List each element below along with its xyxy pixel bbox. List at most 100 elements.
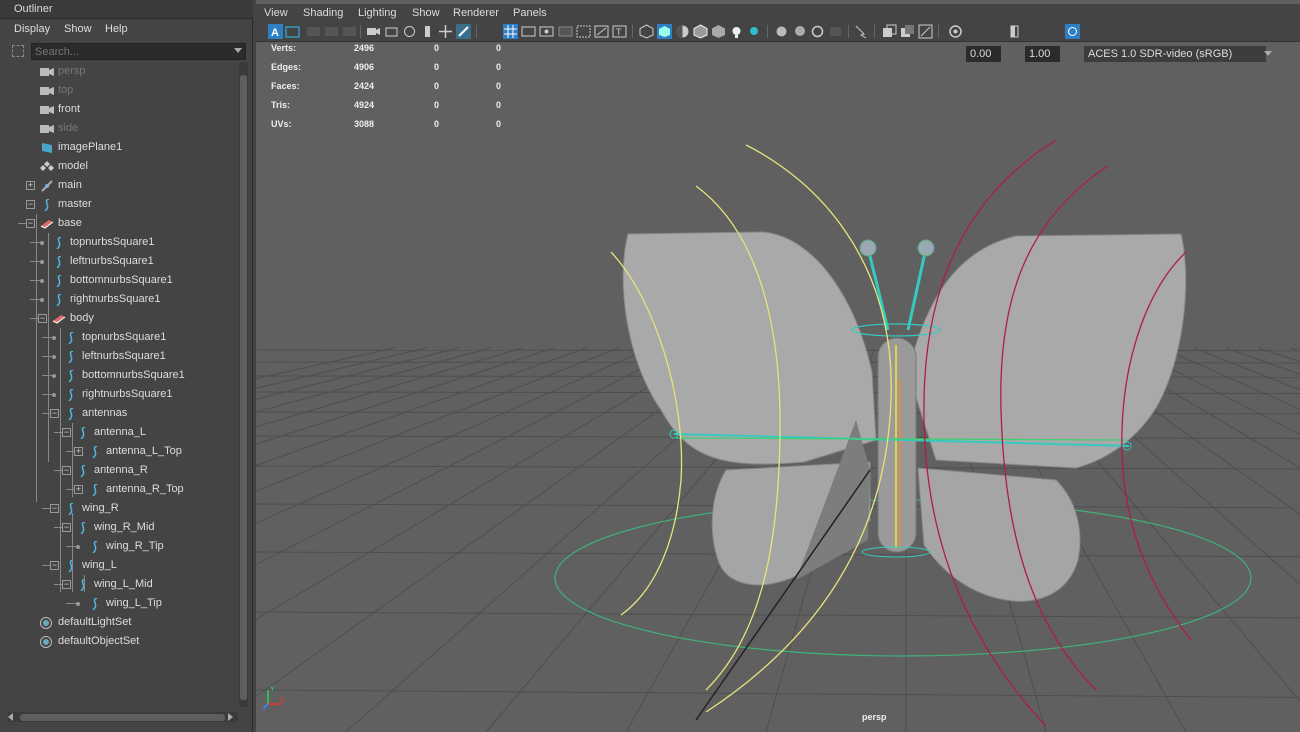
wireframe-on-shaded-icon[interactable] bbox=[693, 24, 708, 39]
move-tool-icon[interactable] bbox=[438, 24, 453, 39]
outliner-item[interactable]: − master bbox=[0, 195, 238, 214]
tumble-icon[interactable] bbox=[402, 24, 417, 39]
outliner-item[interactable]: − wing_R_Mid bbox=[0, 518, 238, 537]
motion-blur-icon[interactable] bbox=[792, 24, 807, 39]
outliner-item[interactable]: − wing_L bbox=[0, 556, 238, 575]
outliner-item[interactable]: wing_L_Tip bbox=[0, 594, 238, 613]
menu-help[interactable]: Help bbox=[105, 23, 128, 35]
viewport-panel[interactable]: View Shading Lighting Show Renderer Pane… bbox=[256, 0, 1300, 732]
bookmarks-icon[interactable] bbox=[306, 24, 321, 39]
wing-lower-right[interactable] bbox=[917, 467, 1081, 602]
outliner-search-input[interactable] bbox=[31, 43, 246, 60]
collapse-icon[interactable]: − bbox=[62, 580, 71, 589]
menu-renderer[interactable]: Renderer bbox=[453, 7, 499, 19]
curve-icon bbox=[52, 293, 66, 307]
outliner-item[interactable]: side bbox=[0, 119, 238, 138]
menu-show[interactable]: Show bbox=[64, 23, 92, 35]
textured-icon[interactable] bbox=[711, 24, 726, 39]
expand-icon[interactable]: + bbox=[74, 485, 83, 494]
outliner-item-label: antenna_R_Top bbox=[106, 483, 184, 495]
outliner-vertical-scroll-thumb[interactable] bbox=[240, 75, 247, 700]
antenna-right-joint[interactable] bbox=[906, 247, 928, 331]
paint-tool-icon[interactable] bbox=[456, 24, 471, 39]
viewport-scene[interactable] bbox=[256, 0, 1300, 732]
hud-value: 4924 bbox=[354, 100, 375, 110]
menu-lighting[interactable]: Lighting bbox=[358, 7, 397, 19]
expand-icon[interactable]: + bbox=[74, 447, 83, 456]
color-space-chevron-down-icon[interactable] bbox=[1264, 51, 1272, 56]
image-plane-toggle-icon[interactable] bbox=[324, 24, 339, 39]
outliner-item[interactable]: defaultObjectSet bbox=[0, 632, 238, 651]
gate-mask-icon[interactable] bbox=[558, 24, 573, 39]
outliner-horizontal-scroll-thumb[interactable] bbox=[20, 714, 225, 721]
field-chart-icon[interactable] bbox=[576, 24, 591, 39]
xray-joints-icon[interactable] bbox=[900, 24, 915, 39]
grid-toggle-icon[interactable] bbox=[503, 24, 518, 39]
outliner-item[interactable]: − wing_L_Mid bbox=[0, 575, 238, 594]
scroll-left-icon[interactable] bbox=[8, 713, 13, 721]
shadows-icon[interactable] bbox=[747, 24, 762, 39]
antenna-left-joint[interactable] bbox=[866, 247, 890, 331]
outliner-item[interactable]: imagePlane1 bbox=[0, 138, 238, 157]
collapse-icon[interactable]: − bbox=[50, 561, 59, 570]
xray-icon[interactable] bbox=[882, 24, 897, 39]
select-camera-icon[interactable]: A bbox=[268, 24, 283, 39]
default-material-icon[interactable] bbox=[675, 24, 690, 39]
search-options-chevron-icon[interactable] bbox=[234, 48, 242, 53]
use-all-lights-icon[interactable] bbox=[729, 24, 744, 39]
collapse-icon[interactable]: − bbox=[50, 409, 59, 418]
menu-shading[interactable]: Shading bbox=[303, 7, 343, 19]
menu-panels[interactable]: Panels bbox=[513, 7, 547, 19]
gamma-field[interactable]: 1.00 bbox=[1025, 46, 1060, 62]
exposure-icon[interactable] bbox=[948, 24, 963, 39]
hud-value: 0 bbox=[496, 43, 502, 53]
outliner-item-label: rightnurbsSquare1 bbox=[70, 293, 161, 305]
outliner-item[interactable]: persp bbox=[0, 62, 238, 81]
screen-space-ao-icon[interactable] bbox=[774, 24, 789, 39]
wing-upper-left[interactable] bbox=[622, 231, 877, 465]
safe-action-icon[interactable] bbox=[594, 24, 609, 39]
curve-icon bbox=[88, 445, 102, 459]
menu-display[interactable]: Display bbox=[14, 23, 50, 35]
camera-attributes-icon[interactable] bbox=[285, 24, 300, 39]
anti-aliasing-icon[interactable] bbox=[810, 24, 825, 39]
resolution-gate-icon[interactable] bbox=[539, 24, 554, 39]
color-management-icon[interactable] bbox=[1065, 24, 1080, 39]
collapse-icon[interactable]: − bbox=[50, 504, 59, 513]
color-space-select[interactable]: ACES 1.0 SDR-video (sRGB) bbox=[1084, 46, 1266, 62]
wireframe-icon[interactable] bbox=[639, 24, 654, 39]
outliner-item[interactable]: front bbox=[0, 100, 238, 119]
outliner-item[interactable]: + main bbox=[0, 176, 238, 195]
bookmark-camera-icon[interactable] bbox=[420, 24, 435, 39]
collapse-icon[interactable]: − bbox=[26, 200, 35, 209]
isolate-select-icon[interactable] bbox=[854, 24, 869, 39]
collapse-icon[interactable]: − bbox=[62, 428, 71, 437]
safe-title-icon[interactable]: T bbox=[612, 24, 627, 39]
menu-show-vp[interactable]: Show bbox=[412, 7, 440, 19]
film-gate-icon[interactable] bbox=[521, 24, 536, 39]
collapse-icon[interactable]: − bbox=[38, 314, 47, 323]
menu-view[interactable]: View bbox=[264, 7, 288, 19]
collapse-icon[interactable]: − bbox=[62, 523, 71, 532]
antenna-right-tip-sphere[interactable] bbox=[917, 239, 935, 257]
smooth-shade-icon[interactable] bbox=[657, 24, 672, 39]
camera-icon[interactable] bbox=[366, 24, 381, 39]
gamma-icon[interactable] bbox=[1007, 24, 1022, 39]
expand-icon[interactable]: + bbox=[26, 181, 35, 190]
outliner-item[interactable]: model bbox=[0, 157, 238, 176]
outliner-item[interactable]: wing_R_Tip bbox=[0, 537, 238, 556]
xray-active-components-icon[interactable] bbox=[918, 24, 933, 39]
lock-camera-icon[interactable] bbox=[384, 24, 399, 39]
collapse-icon[interactable]: − bbox=[26, 219, 35, 228]
depth-of-field-icon[interactable] bbox=[828, 24, 843, 39]
outliner-item[interactable]: defaultLightSet bbox=[0, 613, 238, 632]
tree-leaf-dot bbox=[40, 279, 44, 283]
two-d-pan-icon[interactable] bbox=[342, 24, 357, 39]
scroll-right-icon[interactable] bbox=[228, 713, 233, 721]
wing-upper-right[interactable] bbox=[907, 233, 1187, 469]
filter-icon[interactable] bbox=[12, 45, 24, 57]
outliner-item[interactable]: top bbox=[0, 81, 238, 100]
antenna-left-tip-sphere[interactable] bbox=[859, 239, 877, 257]
exposure-field[interactable]: 0.00 bbox=[966, 46, 1001, 62]
collapse-icon[interactable]: − bbox=[62, 466, 71, 475]
